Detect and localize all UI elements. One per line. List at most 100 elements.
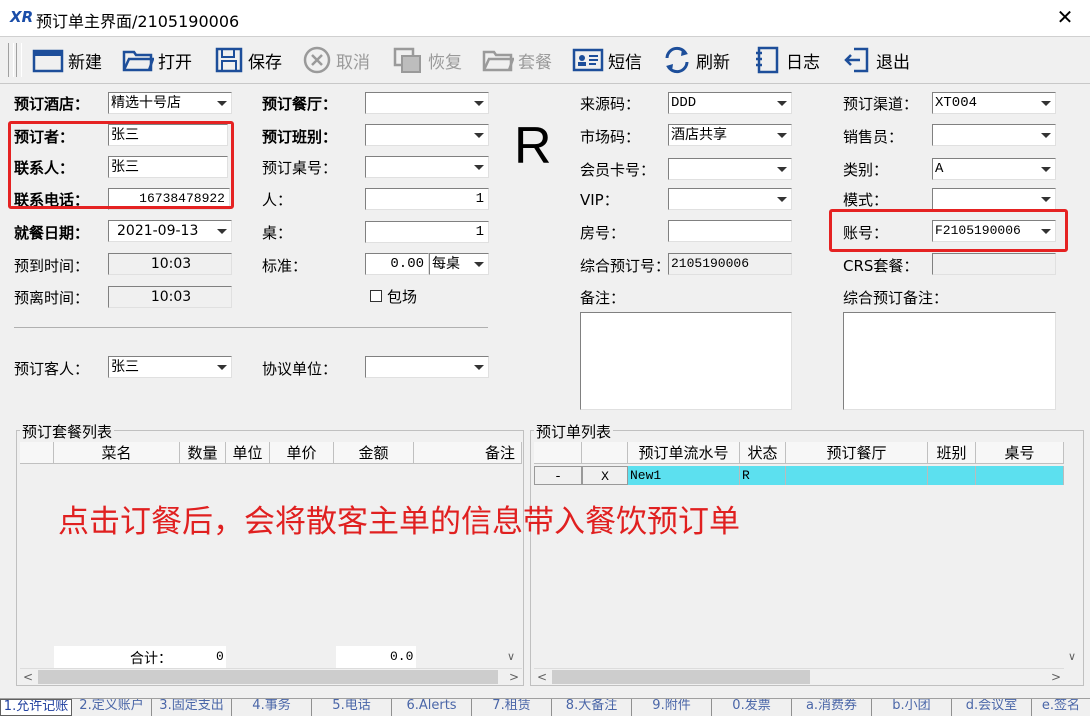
exit-button[interactable]: 退出	[842, 43, 910, 77]
log-button[interactable]: 日志	[752, 43, 820, 77]
save-button[interactable]: 保存	[214, 43, 282, 77]
scroll-left-icon[interactable]: <	[20, 669, 36, 685]
tab-big-remark[interactable]: 8.大备注	[552, 699, 632, 716]
market-select[interactable]: 酒店共享	[668, 124, 792, 146]
scroll-down-icon[interactable]: ∨	[1068, 650, 1076, 663]
column-header[interactable]: 备注	[414, 442, 522, 464]
row-minus-button[interactable]: -	[534, 466, 582, 485]
tab-small-group[interactable]: b.小团	[872, 699, 952, 716]
column-header[interactable]: 班别	[928, 442, 976, 464]
tab-meeting-room[interactable]: d.会议室	[952, 699, 1032, 716]
open-button[interactable]: 打开	[122, 43, 192, 77]
agreement-select[interactable]	[365, 356, 489, 378]
order-table-cell[interactable]	[976, 466, 1064, 485]
scrollbar-thumb[interactable]	[552, 670, 810, 684]
scroll-left-icon[interactable]: <	[534, 669, 550, 685]
refresh-icon	[665, 46, 689, 74]
order-serial-cell[interactable]: New1	[628, 466, 740, 485]
tab-phone[interactable]: 5.电话	[312, 699, 392, 716]
combined-remark-textarea[interactable]	[843, 312, 1056, 410]
standard-input[interactable]: 0.00	[365, 253, 429, 275]
standard-unit-value: 每桌	[432, 256, 460, 272]
package-horizontal-scrollbar[interactable]: < >	[20, 668, 522, 685]
order-status-cell[interactable]: R	[740, 466, 786, 485]
row-indicator-header	[534, 442, 582, 464]
room-no-input[interactable]	[668, 220, 792, 242]
package-button-label: 套餐	[518, 52, 552, 73]
log-button-label: 日志	[786, 52, 820, 73]
package-grid[interactable]: 菜名 数量 单位 单价 金额 备注 合计： 0 0.0	[20, 442, 522, 668]
scroll-down-icon[interactable]: ∨	[507, 650, 515, 663]
cancel-button[interactable]: 取消	[302, 43, 370, 77]
tables-input[interactable]: 1	[365, 221, 489, 243]
column-header[interactable]: 金额	[334, 442, 414, 464]
tab-affairs[interactable]: 4.事务	[232, 699, 312, 716]
tab-lease[interactable]: 7.租赁	[472, 699, 552, 716]
order-shift-cell[interactable]	[928, 466, 976, 485]
column-header[interactable]: 预订餐厅	[786, 442, 928, 464]
tableno-select[interactable]	[365, 156, 489, 178]
tables-label: 桌：	[262, 224, 293, 242]
column-header[interactable]: 桌号	[976, 442, 1064, 464]
hotel-select[interactable]: 精选十号店	[108, 92, 232, 114]
column-header[interactable]: 数量	[180, 442, 226, 464]
chevron-down-icon	[217, 229, 227, 234]
sales-select[interactable]	[932, 124, 1056, 146]
people-input[interactable]: 1	[365, 188, 489, 210]
restore-button[interactable]: 恢复	[392, 43, 462, 77]
column-header[interactable]: 菜名	[54, 442, 180, 464]
tab-define-account[interactable]: 2.定义账户	[72, 699, 152, 716]
row-action-header	[582, 442, 628, 464]
order-horizontal-scrollbar[interactable]: < >	[534, 668, 1064, 685]
package-button[interactable]: 套餐	[482, 43, 552, 77]
new-button[interactable]: 新建	[32, 43, 102, 77]
guest-select[interactable]: 张三	[108, 356, 232, 378]
tab-fixed-expense[interactable]: 3.固定支出	[152, 699, 232, 716]
tab-voucher[interactable]: a.消费券	[792, 699, 872, 716]
room-package-checkbox[interactable]	[370, 290, 382, 302]
remark-textarea[interactable]	[580, 312, 792, 410]
chevron-down-icon	[1041, 197, 1051, 202]
refresh-button[interactable]: 刷新	[662, 43, 730, 77]
date-picker[interactable]: 2021-09-13	[108, 220, 232, 242]
leave-time-field[interactable]: 10:03	[108, 286, 232, 308]
column-header[interactable]: 单位	[226, 442, 270, 464]
chevron-down-icon	[777, 167, 787, 172]
mode-select[interactable]	[932, 188, 1056, 210]
arrive-time-field[interactable]: 10:03	[108, 253, 232, 275]
package-list-title: 预订套餐列表	[20, 421, 115, 442]
restore-button-label: 恢复	[428, 52, 462, 73]
shift-select[interactable]	[365, 124, 489, 146]
channel-select[interactable]: XT004	[932, 92, 1056, 114]
sms-button[interactable]: 短信	[572, 43, 642, 77]
date-value: 2021-09-13	[117, 223, 199, 239]
row-indicator-header	[20, 442, 54, 464]
exit-icon	[844, 47, 869, 73]
window-title: 预订单主界面/2105190006	[36, 12, 240, 31]
combined-no-field[interactable]: 2105190006	[668, 253, 792, 275]
tab-allow-charge[interactable]: 1.允许记账	[0, 699, 72, 716]
scrollbar-thumb[interactable]	[38, 670, 498, 684]
hall-select[interactable]	[365, 92, 489, 114]
crs-field[interactable]	[932, 253, 1056, 275]
order-grid[interactable]: 预订单流水号 状态 预订餐厅 班别 桌号 - X New1 R	[534, 442, 1064, 668]
column-header[interactable]: 状态	[740, 442, 786, 464]
member-select[interactable]	[668, 158, 792, 180]
source-select[interactable]: DDD	[668, 92, 792, 114]
category-select[interactable]: A	[932, 158, 1056, 180]
tab-attachment[interactable]: 9.附件	[632, 699, 712, 716]
exit-button-label: 退出	[876, 52, 910, 73]
vip-select[interactable]	[668, 188, 792, 210]
people-label: 人：	[262, 191, 293, 209]
column-header[interactable]: 预订单流水号	[628, 442, 740, 464]
close-button[interactable]: ✕	[1050, 4, 1080, 30]
column-header[interactable]: 单价	[270, 442, 334, 464]
order-hall-cell[interactable]	[786, 466, 928, 485]
scroll-right-icon[interactable]: >	[506, 669, 522, 685]
tab-invoice[interactable]: 0.发票	[712, 699, 792, 716]
standard-unit-select[interactable]: 每桌	[429, 253, 489, 275]
tab-alerts[interactable]: 6.Alerts	[392, 699, 472, 716]
scroll-right-icon[interactable]: >	[1048, 669, 1064, 685]
tab-signature[interactable]: e.签名	[1032, 699, 1090, 716]
row-delete-button[interactable]: X	[582, 466, 628, 485]
